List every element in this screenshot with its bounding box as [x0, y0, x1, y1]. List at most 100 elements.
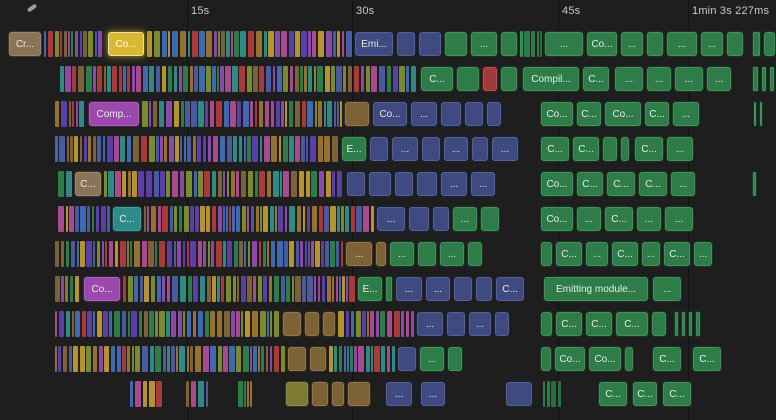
- task-stripe[interactable]: [243, 101, 249, 127]
- task-stripe[interactable]: [295, 136, 300, 162]
- task-stripe[interactable]: [127, 136, 131, 162]
- task-stripe[interactable]: [147, 206, 149, 232]
- task-stripe[interactable]: [128, 311, 130, 337]
- task-stripe[interactable]: [244, 136, 246, 162]
- task-stripe[interactable]: [252, 241, 257, 267]
- task-stripe[interactable]: [253, 66, 258, 92]
- task-stripe[interactable]: [340, 101, 342, 127]
- task-stripe[interactable]: [284, 241, 288, 267]
- task-stripe[interactable]: [411, 311, 414, 337]
- task-stripe[interactable]: [104, 171, 107, 197]
- task-block[interactable]: [453, 276, 473, 302]
- task-stripe[interactable]: [88, 31, 93, 57]
- task-stripe[interactable]: [543, 381, 545, 407]
- task-stripe[interactable]: [93, 311, 95, 337]
- task-stripe[interactable]: [253, 346, 257, 372]
- task-stripe[interactable]: [337, 101, 339, 127]
- task-stripe[interactable]: [312, 206, 317, 232]
- task-stripe[interactable]: [183, 311, 185, 337]
- task-stripe[interactable]: [115, 171, 121, 197]
- task-stripe[interactable]: [139, 311, 142, 337]
- task-stripe[interactable]: [55, 276, 60, 302]
- task-stripe[interactable]: [60, 31, 62, 57]
- task-block[interactable]: [695, 311, 701, 337]
- task-block[interactable]: Co...: [540, 171, 574, 197]
- task-stripe[interactable]: [274, 276, 279, 302]
- task-stripe[interactable]: [226, 206, 228, 232]
- task-block[interactable]: Co...: [372, 101, 408, 127]
- task-stripe[interactable]: [166, 101, 172, 127]
- task-stripe[interactable]: [540, 31, 542, 57]
- task-stripe[interactable]: [237, 101, 241, 127]
- task-stripe[interactable]: [334, 346, 337, 372]
- task-stripe[interactable]: [140, 276, 143, 302]
- task-stripe[interactable]: [168, 31, 170, 57]
- task-stripe[interactable]: [226, 31, 230, 57]
- task-stripe[interactable]: [220, 136, 225, 162]
- task-stripe[interactable]: [366, 66, 370, 92]
- task-stripe[interactable]: [371, 346, 373, 372]
- task-stripe[interactable]: [97, 311, 102, 337]
- task-block[interactable]: C...: [634, 136, 664, 162]
- task-stripe[interactable]: [348, 66, 352, 92]
- task-block[interactable]: [417, 241, 437, 267]
- task-stripe[interactable]: [132, 346, 134, 372]
- task-stripe[interactable]: [171, 311, 176, 337]
- task-block[interactable]: [331, 381, 345, 407]
- task-stripe[interactable]: [149, 66, 154, 92]
- task-stripe[interactable]: [114, 136, 119, 162]
- task-stripe[interactable]: [252, 311, 258, 337]
- task-stripe[interactable]: [135, 346, 140, 372]
- task-stripe[interactable]: [174, 66, 177, 92]
- task-stripe[interactable]: [234, 31, 239, 57]
- task-stripe[interactable]: [190, 346, 193, 372]
- task-stripe[interactable]: [381, 346, 385, 372]
- task-stripe[interactable]: [65, 66, 71, 92]
- task-stripe[interactable]: [71, 31, 73, 57]
- task-stripe[interactable]: [61, 241, 64, 267]
- task-stripe[interactable]: [259, 241, 261, 267]
- task-stripe[interactable]: [187, 241, 189, 267]
- task-stripe[interactable]: [74, 136, 78, 162]
- task-stripe[interactable]: [105, 241, 107, 267]
- task-stripe[interactable]: [362, 311, 366, 337]
- task-stripe[interactable]: [366, 346, 370, 372]
- task-stripe[interactable]: [267, 241, 269, 267]
- task-stripe[interactable]: [119, 66, 122, 92]
- task-stripe[interactable]: [183, 241, 185, 267]
- task-stripe[interactable]: [327, 101, 332, 127]
- task-stripe[interactable]: [217, 311, 222, 337]
- task-block[interactable]: [624, 346, 634, 372]
- task-stripe[interactable]: [345, 206, 349, 232]
- task-stripe[interactable]: [342, 31, 344, 57]
- task-stripe[interactable]: [107, 206, 110, 232]
- task-stripe[interactable]: [227, 241, 232, 267]
- task-stripe[interactable]: [346, 276, 348, 302]
- task-stripe[interactable]: [58, 206, 64, 232]
- task-stripe[interactable]: [167, 241, 172, 267]
- task-stripe[interactable]: [72, 66, 76, 92]
- task-stripe[interactable]: [59, 136, 65, 162]
- task-stripe[interactable]: [212, 66, 216, 92]
- task-block[interactable]: [444, 31, 468, 57]
- task-stripe[interactable]: [229, 346, 235, 372]
- task-stripe[interactable]: [221, 276, 224, 302]
- task-stripe[interactable]: [239, 241, 243, 267]
- task-stripe[interactable]: [205, 101, 208, 127]
- task-stripe[interactable]: [318, 101, 322, 127]
- task-stripe[interactable]: [371, 206, 374, 232]
- task-block[interactable]: ...: [666, 31, 698, 57]
- task-stripe[interactable]: [226, 276, 231, 302]
- task-stripe[interactable]: [187, 346, 189, 372]
- task-stripe[interactable]: [87, 311, 92, 337]
- task-stripe[interactable]: [318, 31, 324, 57]
- task-block[interactable]: [753, 101, 757, 127]
- task-stripe[interactable]: [68, 31, 70, 57]
- task-stripe[interactable]: [242, 206, 246, 232]
- task-block[interactable]: C...: [611, 241, 639, 267]
- task-stripe[interactable]: [122, 171, 126, 197]
- task-block[interactable]: C...: [420, 66, 454, 92]
- task-block[interactable]: [447, 346, 463, 372]
- task-stripe[interactable]: [315, 241, 320, 267]
- task-stripe[interactable]: [268, 31, 274, 57]
